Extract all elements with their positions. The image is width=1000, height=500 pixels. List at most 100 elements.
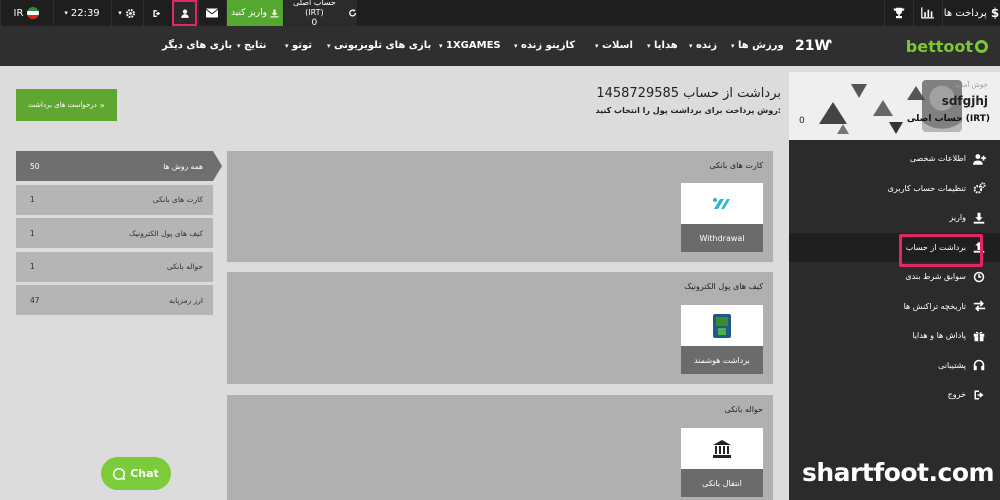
- atm-icon: [713, 313, 731, 338]
- sidebar-item-account-settings[interactable]: تنظیمات حساب کاربری: [789, 174, 1000, 204]
- category-all[interactable]: 50 همه روش ها: [16, 151, 222, 181]
- nav-tv-games[interactable]: ▾ بازی های تلویزیونی: [325, 40, 431, 51]
- 1x-logo[interactable]: 21Ⱳ: [795, 38, 832, 54]
- method-icon: [681, 428, 763, 469]
- nav-label: زنده: [696, 40, 718, 51]
- category-count: 50: [30, 161, 40, 171]
- gift-icon: [972, 329, 986, 343]
- nav-1xgames[interactable]: ▾ 1XGAMES: [437, 40, 501, 51]
- nav-toto[interactable]: ▾ توتو: [283, 40, 312, 51]
- category-count: 1: [30, 228, 35, 238]
- logout-button[interactable]: [143, 0, 171, 26]
- balance-widget[interactable]: حساب اصلی (IRT) 0: [284, 0, 357, 28]
- method-smart-withdrawal[interactable]: برداشت هوشمند: [681, 305, 763, 374]
- nav-results[interactable]: ▾ نتایج: [235, 40, 267, 51]
- method-icon: [681, 183, 763, 224]
- withdraw-requests-button[interactable]: درخواست های برداشت »: [16, 89, 117, 121]
- method-card-withdrawal[interactable]: Withdrawal: [681, 183, 763, 252]
- settings-button[interactable]: ▾: [111, 0, 142, 26]
- method-categories: 50 همه روش ها 1 کارت های بانکی 1 کیف های…: [16, 151, 222, 319]
- refresh-icon[interactable]: [348, 8, 357, 18]
- chevron-down-icon: ▾: [731, 42, 735, 50]
- messages-button[interactable]: [198, 0, 225, 26]
- chevron-down-icon: ▾: [327, 42, 331, 50]
- category-count: 1: [30, 195, 35, 204]
- nav-live-casino[interactable]: ▾ کازینو زنده: [512, 40, 575, 51]
- decor-shape: [873, 100, 893, 116]
- chevron-down-icon: ▾: [439, 42, 443, 50]
- nav-bonuses[interactable]: ▾ هدایا: [645, 40, 678, 51]
- category-e-wallets[interactable]: 1 کیف های پول الکترونیک: [16, 218, 213, 248]
- sidebar-item-label: تاریخچه تراکنش ها: [903, 301, 966, 311]
- decor-shape: [851, 84, 867, 98]
- nav-slots[interactable]: ▾ اسلات: [593, 40, 633, 51]
- sidebar-item-label: پاداش ها و هدایا: [912, 331, 966, 341]
- nav-label: ورزش ها: [738, 40, 784, 51]
- bettoot-logo[interactable]: bettoot: [906, 37, 988, 56]
- chevron-down-icon: ▾: [689, 42, 693, 50]
- payments-button[interactable]: پرداخت ها $: [942, 0, 1000, 26]
- sidebar-item-deposit[interactable]: واریز: [789, 203, 1000, 233]
- sidebar-item-personal-info[interactable]: اطلاعات شخصی: [789, 144, 1000, 174]
- bank-icon: [713, 439, 731, 458]
- nav-label: توتو: [292, 40, 313, 51]
- language-selector[interactable]: IR: [0, 0, 52, 26]
- category-label: کارت های بانکی: [152, 195, 203, 204]
- nav-label: اسلات: [602, 40, 633, 51]
- logo-ring-icon: [975, 40, 988, 53]
- method-icon: [681, 305, 763, 346]
- chevron-down-icon: ▾: [514, 42, 518, 50]
- statistics-button[interactable]: [913, 0, 941, 26]
- clock[interactable]: ▾ 22:39: [53, 0, 110, 26]
- nav-label: بازی های تلویزیونی: [334, 40, 432, 51]
- sidebar-item-label: واریز: [949, 213, 966, 223]
- sidebar-item-logout[interactable]: خروج: [789, 380, 1000, 410]
- user-icon: [181, 8, 189, 18]
- sidebar-item-rewards[interactable]: پاداش ها و هدایا: [789, 321, 1000, 351]
- nav-label: کازینو زنده: [521, 40, 576, 51]
- sidebar-item-transactions[interactable]: تاریخچه تراکنش ها: [789, 292, 1000, 322]
- watermark: shartfoot.com: [802, 458, 995, 487]
- account-menu: اطلاعات شخصی تنظیمات حساب کاربری واریز ب…: [789, 144, 1000, 410]
- nav-label: 1XGAMES: [446, 40, 501, 51]
- chat-button[interactable]: Chat: [101, 457, 171, 490]
- nav-sports[interactable]: ▾ ورزش ها: [729, 40, 784, 51]
- category-count: 1: [30, 262, 35, 271]
- page-title: برداشت از حساب 1458729585: [596, 86, 781, 101]
- decor-shape: [889, 122, 903, 134]
- requests-label: درخواست های برداشت: [28, 101, 97, 109]
- history-icon: [972, 270, 986, 284]
- dollar-icon: $: [990, 6, 1000, 20]
- sign-out-icon: [153, 9, 161, 17]
- top-bar: IR ▾ 22:39 ▾ واریز کنید حساب اصلی (IRT) …: [0, 0, 1000, 28]
- balance-label: حساب اصلی (IRT): [292, 0, 336, 17]
- method-bank-transfer[interactable]: انتقال بانکی: [681, 428, 763, 497]
- panel-title: کیف های پول الکترونیک: [684, 282, 763, 291]
- category-crypto[interactable]: 47 ارز رمزپایه: [16, 285, 213, 315]
- logout-icon: [972, 388, 986, 402]
- chevron-down-icon: ▾: [237, 42, 241, 50]
- nav-other-games[interactable]: بازی های دیگر: [162, 40, 232, 51]
- category-bank-transfer[interactable]: 1 حواله بانکی: [16, 251, 213, 282]
- profile-balance: 0: [799, 116, 805, 126]
- sidebar-item-label: سوابق شرط بندی: [905, 272, 966, 282]
- sidebar-item-withdraw[interactable]: برداشت از حساب: [789, 232, 1000, 267]
- sidebar-item-support[interactable]: پشتیبانی: [789, 351, 1000, 381]
- method-label: برداشت هوشمند: [681, 346, 763, 374]
- nav-live[interactable]: ▾ زنده: [687, 40, 717, 51]
- sidebar-item-bet-history[interactable]: سوابق شرط بندی: [789, 262, 1000, 292]
- tournaments-button[interactable]: [884, 0, 912, 26]
- main-navigation: bettoot 21Ⱳ ▾ ورزش ها ▾ زنده ▾ هدایا ▾ ا…: [0, 26, 1000, 66]
- headset-icon: [972, 358, 986, 372]
- category-bank-cards[interactable]: 1 کارت های بانکی: [16, 184, 213, 215]
- sidebar-item-label: اطلاعات شخصی: [909, 154, 966, 164]
- panel-e-wallets: کیف های پول الکترونیک برداشت هوشمند: [227, 272, 773, 384]
- panel-title: کارت های بانکی: [709, 161, 763, 170]
- sidebar-item-label: پشتیبانی: [938, 360, 966, 370]
- chat-bubble-icon: [113, 467, 126, 480]
- deposit-button[interactable]: واریز کنید: [226, 0, 283, 26]
- gear-icon: [125, 8, 135, 18]
- chat-label: Chat: [130, 467, 159, 480]
- profile-button[interactable]: [172, 0, 197, 26]
- category-label: حواله بانکی: [166, 262, 203, 271]
